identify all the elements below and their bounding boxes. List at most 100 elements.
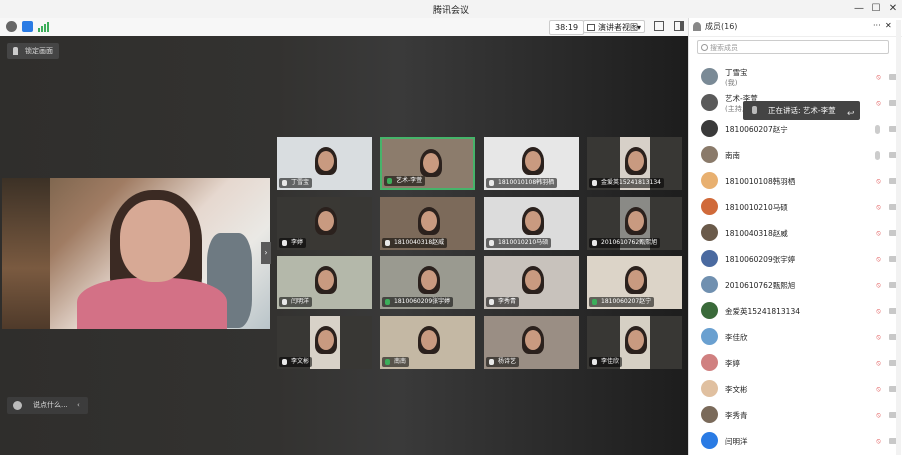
speaking-tooltip: 正在讲话: 艺术-李萱 ↩ — [743, 101, 860, 120]
video-tile[interactable]: 李婷 — [277, 197, 372, 250]
reply-icon[interactable]: ↩ — [847, 105, 855, 124]
video-tile[interactable]: 丁雪宝 — [277, 137, 372, 190]
member-row[interactable]: 李文彬 ⦸ — [689, 376, 902, 402]
security-shield-icon[interactable] — [22, 21, 33, 32]
tile-name: 李婷 — [291, 239, 304, 246]
avatar — [701, 380, 718, 397]
tile-name: 艺术-李萱 — [396, 177, 423, 184]
mic-muted-icon[interactable]: ⦸ — [875, 203, 882, 212]
maximize-button[interactable]: ☐ — [869, 2, 883, 16]
lock-view-button[interactable]: 锁定画面 — [7, 43, 59, 59]
member-row[interactable]: 1810010108韩羽栖 ⦸ — [689, 168, 902, 194]
member-row[interactable]: 金爱英15241813134 ⦸ — [689, 298, 902, 324]
video-tile[interactable]: 南南 — [380, 316, 475, 369]
tile-name-label: 南南 — [382, 357, 410, 367]
mic-muted-icon[interactable]: ⦸ — [875, 281, 882, 290]
tile-name: 1810060209张宇婷 — [394, 298, 451, 305]
mic-muted-icon — [385, 240, 390, 246]
participant-face — [525, 330, 541, 350]
participant-face — [421, 211, 437, 231]
mic-muted-icon[interactable]: ⦸ — [875, 411, 882, 420]
member-row[interactable]: 丁雪宝 (我) ⦸ — [689, 64, 902, 90]
mic-muted-icon[interactable]: ⦸ — [875, 307, 882, 316]
close-panel-icon[interactable]: ✕ — [885, 21, 892, 30]
fullscreen-icon[interactable] — [654, 21, 664, 31]
avatar — [701, 94, 718, 111]
chat-input-bar[interactable]: 说点什么... ‹ — [7, 397, 88, 414]
tile-name-label: 1810010210马硕 — [486, 238, 552, 248]
member-row[interactable]: 李秀青 ⦸ — [689, 402, 902, 428]
participant-face — [525, 211, 541, 231]
video-tile[interactable]: 1810040318赵威 — [380, 197, 475, 250]
member-row[interactable]: 1810040318赵威 ⦸ — [689, 220, 902, 246]
tile-name-label: 2010610762甄熙旭 — [589, 238, 661, 248]
title-bar: 腾讯会议 — ☐ ✕ — [0, 0, 902, 19]
member-row[interactable]: 闫明洋 ⦸ — [689, 428, 902, 454]
mic-muted-icon — [592, 240, 597, 246]
mic-muted-icon — [489, 180, 494, 186]
tile-name: 1810060207赵宁 — [601, 298, 652, 305]
avatar — [701, 432, 718, 449]
speaker-view-dropdown[interactable]: 演讲者视图 ▾ — [583, 20, 645, 33]
member-row[interactable]: 2010610762甄熙旭 ⦸ — [689, 272, 902, 298]
video-tile[interactable]: 李佳欣 — [587, 316, 682, 369]
video-tile[interactable]: 杨诗艺 — [484, 316, 579, 369]
video-tile[interactable]: 1810060209张宇婷 — [380, 256, 475, 309]
mic-muted-icon[interactable]: ⦸ — [875, 437, 882, 446]
mic-muted-icon[interactable]: ⦸ — [875, 177, 882, 186]
video-tile[interactable]: 李秀青 — [484, 256, 579, 309]
lock-view-label: 锁定画面 — [25, 47, 53, 55]
mic-icon — [385, 299, 390, 305]
toggle-panel-icon[interactable] — [674, 21, 684, 31]
mic-muted-icon[interactable]: ⦸ — [875, 73, 882, 82]
video-tile[interactable]: 闫明洋 — [277, 256, 372, 309]
mic-muted-icon[interactable]: ⦸ — [875, 99, 882, 108]
mic-muted-icon[interactable]: ⦸ — [875, 385, 882, 394]
mic-muted-icon — [592, 180, 597, 186]
participant-face — [628, 151, 644, 171]
mic-icon — [385, 359, 390, 365]
view-label: 演讲者视图 — [598, 23, 638, 32]
member-row[interactable]: 南南 — [689, 142, 902, 168]
close-window-button[interactable]: ✕ — [886, 2, 900, 16]
video-tile[interactable]: 金爱英15241813134 — [587, 137, 682, 190]
mic-muted-icon — [489, 299, 494, 305]
active-speaker-video[interactable] — [2, 178, 270, 329]
member-row[interactable]: 李婷 ⦸ — [689, 350, 902, 376]
member-row[interactable]: 1810010210马硕 ⦸ — [689, 194, 902, 220]
avatar — [701, 120, 718, 137]
video-tile[interactable]: 李文彬 — [277, 316, 372, 369]
mic-icon[interactable] — [875, 125, 880, 134]
mic-muted-icon[interactable]: ⦸ — [875, 229, 882, 238]
mic-icon — [592, 299, 597, 305]
collapse-gallery-button[interactable]: › — [261, 242, 271, 264]
pin-icon — [13, 47, 18, 55]
info-icon[interactable] — [6, 21, 17, 32]
emoji-icon[interactable] — [13, 401, 22, 410]
member-list-scrollbar[interactable] — [896, 20, 901, 455]
mic-muted-icon — [592, 359, 597, 365]
member-search-input[interactable]: 搜索成员 — [697, 40, 889, 54]
mic-icon[interactable] — [875, 151, 880, 160]
participant-face — [628, 330, 644, 350]
mic-muted-icon[interactable]: ⦸ — [875, 255, 882, 264]
chevron-left-icon[interactable]: ‹ — [77, 397, 80, 414]
tile-name-label: 1810040318赵威 — [382, 238, 448, 248]
mic-muted-icon[interactable]: ⦸ — [875, 359, 882, 368]
member-name: 南南 — [725, 151, 740, 160]
member-row[interactable]: 李佳欣 ⦸ — [689, 324, 902, 350]
video-tile[interactable]: 2010610762甄熙旭 — [587, 197, 682, 250]
tile-name: 2010610762甄熙旭 — [601, 239, 658, 246]
video-tile[interactable]: 1810010108韩羽栖 — [484, 137, 579, 190]
member-name: 1810060207赵宁 — [725, 125, 788, 134]
more-options-icon[interactable]: ··· — [873, 21, 881, 30]
chat-placeholder: 说点什么... — [33, 401, 68, 409]
minimize-button[interactable]: — — [852, 2, 866, 16]
video-tile[interactable]: 1810010210马硕 — [484, 197, 579, 250]
speaking-mic-icon — [752, 106, 757, 114]
signal-strength-icon[interactable] — [38, 21, 49, 32]
video-tile[interactable]: 艺术-李萱 — [380, 137, 475, 190]
mic-muted-icon[interactable]: ⦸ — [875, 333, 882, 342]
member-row[interactable]: 1810060209张宇婷 ⦸ — [689, 246, 902, 272]
video-tile[interactable]: 1810060207赵宁 — [587, 256, 682, 309]
